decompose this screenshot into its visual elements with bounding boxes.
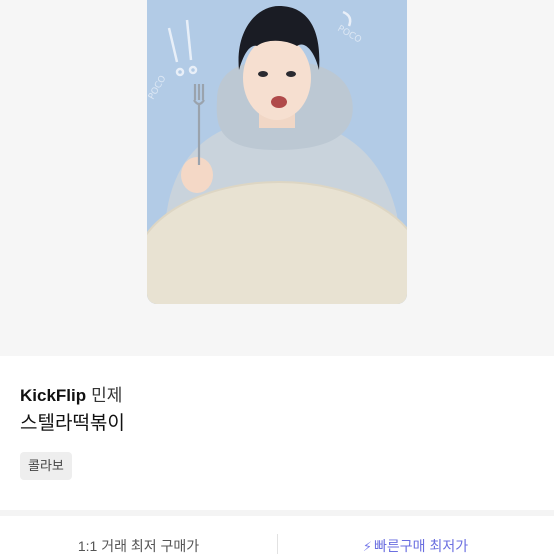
category-tag[interactable]: 콜라보 — [20, 452, 72, 480]
artist-name[interactable]: KickFlip — [20, 386, 86, 405]
p2p-lowest-price-label: 1:1 거래 최저 구매가 — [77, 538, 200, 554]
price-bar: 1:1 거래 최저 구매가 ⚡ 빠른구매 최저가 — [0, 516, 554, 554]
product-info: KickFlip 민제 스텔라떡볶이 콜라보 — [0, 356, 554, 510]
artist-line: KickFlip 민제 — [20, 386, 122, 406]
photocard-illustration: POCO POCO POCO — [147, 0, 407, 304]
p2p-lowest-price-tab[interactable]: 1:1 거래 최저 구매가 — [0, 516, 277, 554]
quick-buy-lowest-price-label: 빠른구매 최저가 — [374, 538, 469, 554]
member-name: 민제 — [91, 386, 123, 405]
photocard-image[interactable]: POCO POCO POCO — [147, 0, 407, 304]
product-image-area: POCO POCO POCO — [0, 0, 554, 356]
lightning-bolt-icon: ⚡ — [362, 539, 373, 554]
quick-buy-lowest-price-tab[interactable]: ⚡ 빠른구매 최저가 — [277, 516, 554, 554]
product-title: 스텔라떡볶이 — [20, 413, 125, 434]
